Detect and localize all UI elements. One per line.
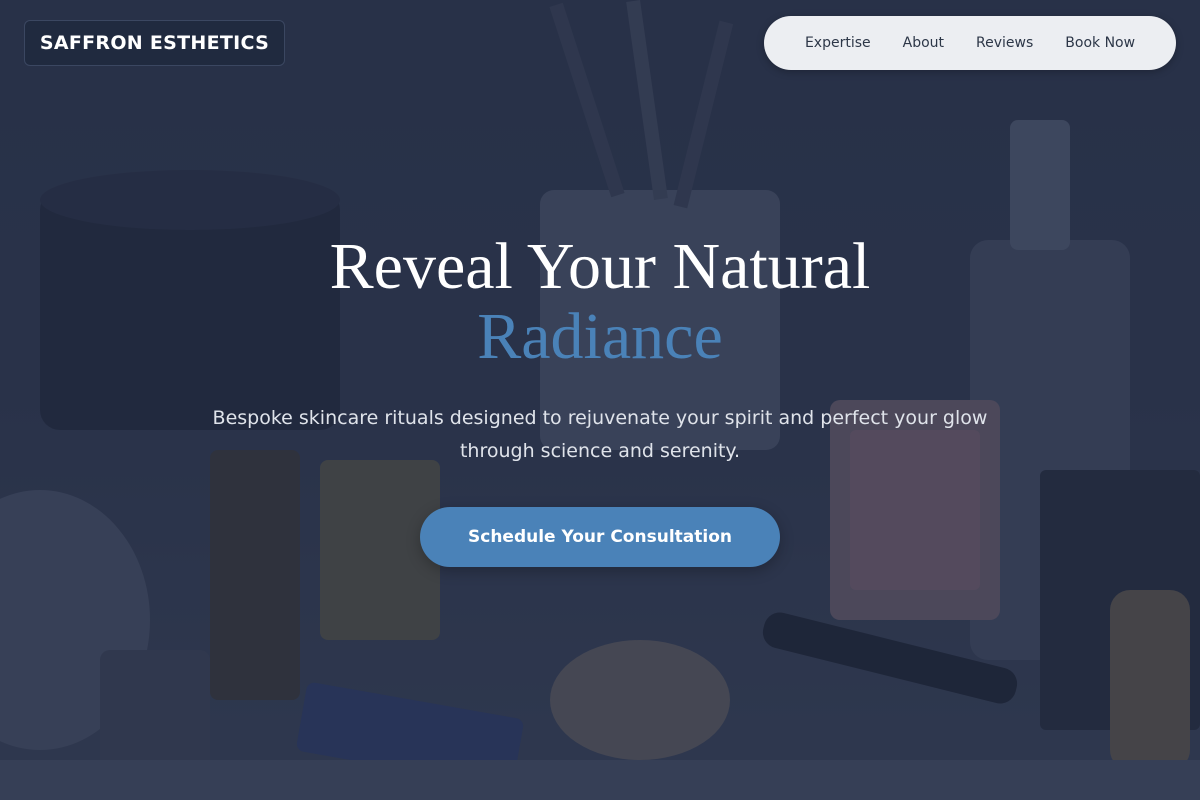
- headline-line-2: Radiance: [477, 300, 723, 373]
- nav-item-about[interactable]: About: [887, 35, 960, 51]
- hero-section: SAFFRON ESTHETICS Expertise About Review…: [0, 0, 1200, 800]
- schedule-consultation-button[interactable]: Schedule Your Consultation: [420, 507, 780, 567]
- main-nav: Expertise About Reviews Book Now: [764, 16, 1176, 70]
- hero-subtitle: Bespoke skincare rituals designed to rej…: [212, 407, 988, 462]
- nav-item-expertise[interactable]: Expertise: [789, 35, 887, 51]
- background-overlay: [0, 0, 1200, 800]
- nav-item-reviews[interactable]: Reviews: [960, 35, 1049, 51]
- brand-logo[interactable]: SAFFRON ESTHETICS: [24, 20, 285, 66]
- brand-name: SAFFRON ESTHETICS: [39, 32, 270, 54]
- headline-line-1: Reveal Your Natural: [329, 230, 871, 303]
- hero-headline: Reveal Your Natural Radiance: [0, 232, 1200, 372]
- nav-item-book-now[interactable]: Book Now: [1049, 35, 1151, 51]
